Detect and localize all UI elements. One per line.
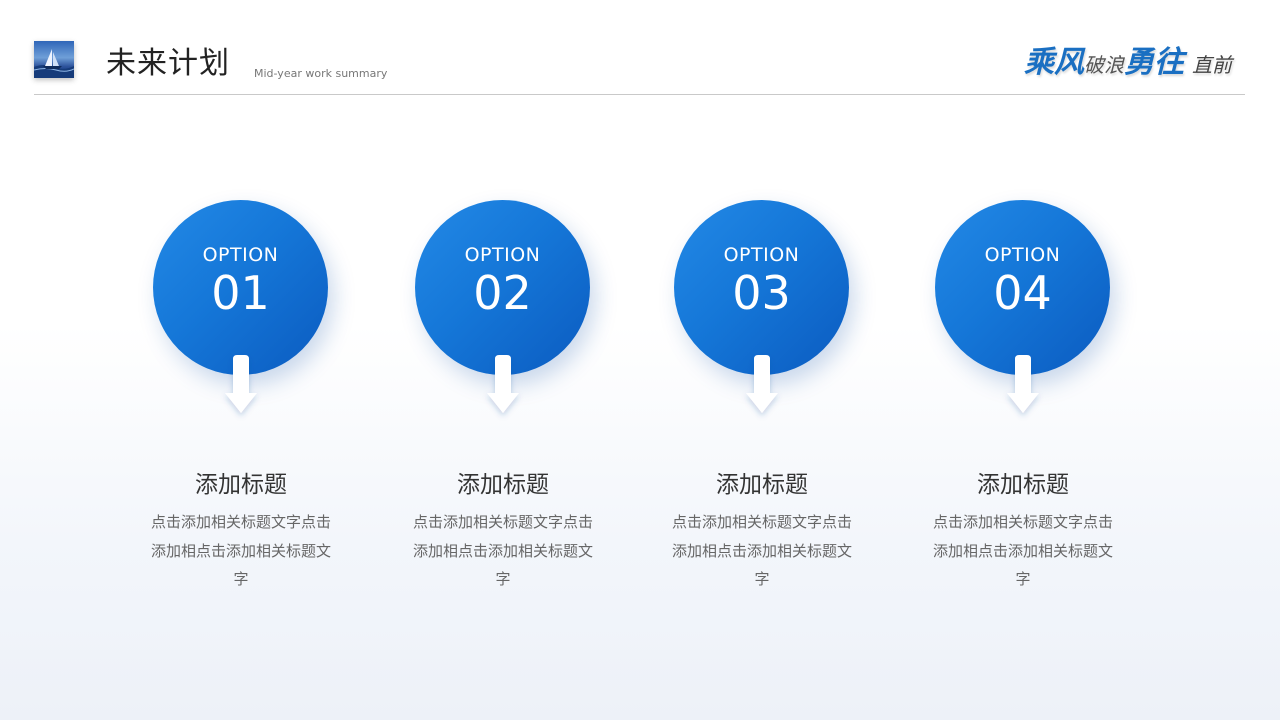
option-title: 添加标题 — [195, 472, 287, 498]
option-title: 添加标题 — [457, 472, 549, 498]
option-title: 添加标题 — [716, 472, 808, 498]
down-arrow-icon — [744, 355, 780, 417]
down-arrow-icon — [1005, 355, 1041, 417]
down-arrow-icon — [485, 355, 521, 417]
option-number: 02 — [473, 266, 532, 320]
option-description: 点击添加相关标题文字点击添加相点击添加相关标题文字 — [412, 513, 593, 588]
option-description: 点击添加相关标题文字点击添加相点击添加相关标题文字 — [150, 513, 331, 588]
option-label: OPTION — [202, 244, 279, 266]
option-circle: OPTION 01 — [153, 200, 328, 375]
options-row: OPTION 01 添加标题 点击添加相关标题文字点击添加相点击添加相关标题文字… — [0, 0, 1280, 720]
option-number: 03 — [732, 266, 791, 320]
option-title: 添加标题 — [977, 472, 1069, 498]
option-card-4: OPTION 04 添加标题 点击添加相关标题文字点击添加相点击添加相关标题文字 — [933, 200, 1113, 600]
option-number: 01 — [211, 266, 270, 320]
option-label: OPTION — [723, 244, 800, 266]
option-description: 点击添加相关标题文字点击添加相点击添加相关标题文字 — [671, 513, 852, 588]
option-circle: OPTION 04 — [935, 200, 1110, 375]
option-circle: OPTION 02 — [415, 200, 590, 375]
option-card-2: OPTION 02 添加标题 点击添加相关标题文字点击添加相点击添加相关标题文字 — [413, 200, 593, 600]
option-number: 04 — [993, 266, 1052, 320]
option-label: OPTION — [984, 244, 1061, 266]
down-arrow-icon — [223, 355, 259, 417]
option-label: OPTION — [464, 244, 541, 266]
option-card-3: OPTION 03 添加标题 点击添加相关标题文字点击添加相点击添加相关标题文字 — [672, 200, 852, 600]
option-card-1: OPTION 01 添加标题 点击添加相关标题文字点击添加相点击添加相关标题文字 — [151, 200, 331, 600]
option-description: 点击添加相关标题文字点击添加相点击添加相关标题文字 — [932, 513, 1113, 588]
option-circle: OPTION 03 — [674, 200, 849, 375]
